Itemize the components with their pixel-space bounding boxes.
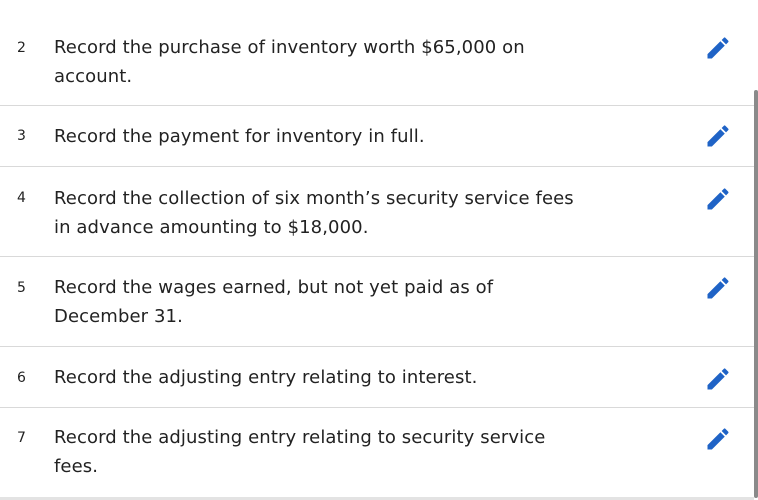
item-number: 7 bbox=[17, 430, 26, 446]
item-number: 4 bbox=[17, 190, 26, 206]
item-description: Record the adjusting entry relating to s… bbox=[54, 423, 654, 481]
pencil-icon bbox=[707, 188, 729, 210]
item-description-line: Record the payment for inventory in full… bbox=[54, 126, 425, 147]
item-description-line: Record the adjusting entry relating to s… bbox=[54, 427, 546, 448]
pencil-icon bbox=[707, 277, 729, 299]
item-number: 3 bbox=[17, 128, 26, 144]
item-description-line: Record the adjusting entry relating to i… bbox=[54, 367, 478, 388]
item-description-line: fees. bbox=[54, 456, 99, 477]
pencil-icon bbox=[707, 125, 729, 147]
list-item: 5 Record the wages earned, but not yet p… bbox=[0, 257, 754, 347]
edit-button[interactable] bbox=[704, 425, 732, 453]
edit-button[interactable] bbox=[704, 185, 732, 213]
item-description-line: December 31. bbox=[54, 306, 183, 327]
pencil-icon bbox=[707, 37, 729, 59]
transaction-list: 2 Record the purchase of inventory worth… bbox=[0, 0, 758, 500]
item-description-line: account. bbox=[54, 66, 133, 87]
item-description: Record the adjusting entry relating to i… bbox=[54, 363, 654, 392]
list-item: 7 Record the adjusting entry relating to… bbox=[0, 408, 754, 497]
list-item: 3 Record the payment for inventory in fu… bbox=[0, 106, 754, 167]
item-description-line: Record the purchase of inventory worth $… bbox=[54, 37, 525, 58]
item-description: Record the purchase of inventory worth $… bbox=[54, 33, 654, 91]
item-number: 2 bbox=[17, 40, 26, 56]
scrollbar[interactable] bbox=[754, 90, 758, 498]
item-number: 6 bbox=[17, 370, 26, 386]
list-item: 2 Record the purchase of inventory worth… bbox=[0, 0, 754, 106]
item-description: Record the payment for inventory in full… bbox=[54, 122, 654, 151]
list-item: 4 Record the collection of six month’s s… bbox=[0, 167, 754, 257]
edit-button[interactable] bbox=[704, 365, 732, 393]
list-item: 6 Record the adjusting entry relating to… bbox=[0, 347, 754, 408]
item-description: Record the wages earned, but not yet pai… bbox=[54, 273, 654, 331]
pencil-icon bbox=[707, 368, 729, 390]
edit-button[interactable] bbox=[704, 274, 732, 302]
edit-button[interactable] bbox=[704, 34, 732, 62]
item-description: Record the collection of six month’s sec… bbox=[54, 184, 654, 242]
item-description-line: in advance amounting to $18,000. bbox=[54, 217, 369, 238]
item-number: 5 bbox=[17, 280, 26, 296]
item-description-line: Record the collection of six month’s sec… bbox=[54, 188, 574, 209]
item-description-line: Record the wages earned, but not yet pai… bbox=[54, 277, 494, 298]
pencil-icon bbox=[707, 428, 729, 450]
edit-button[interactable] bbox=[704, 122, 732, 150]
